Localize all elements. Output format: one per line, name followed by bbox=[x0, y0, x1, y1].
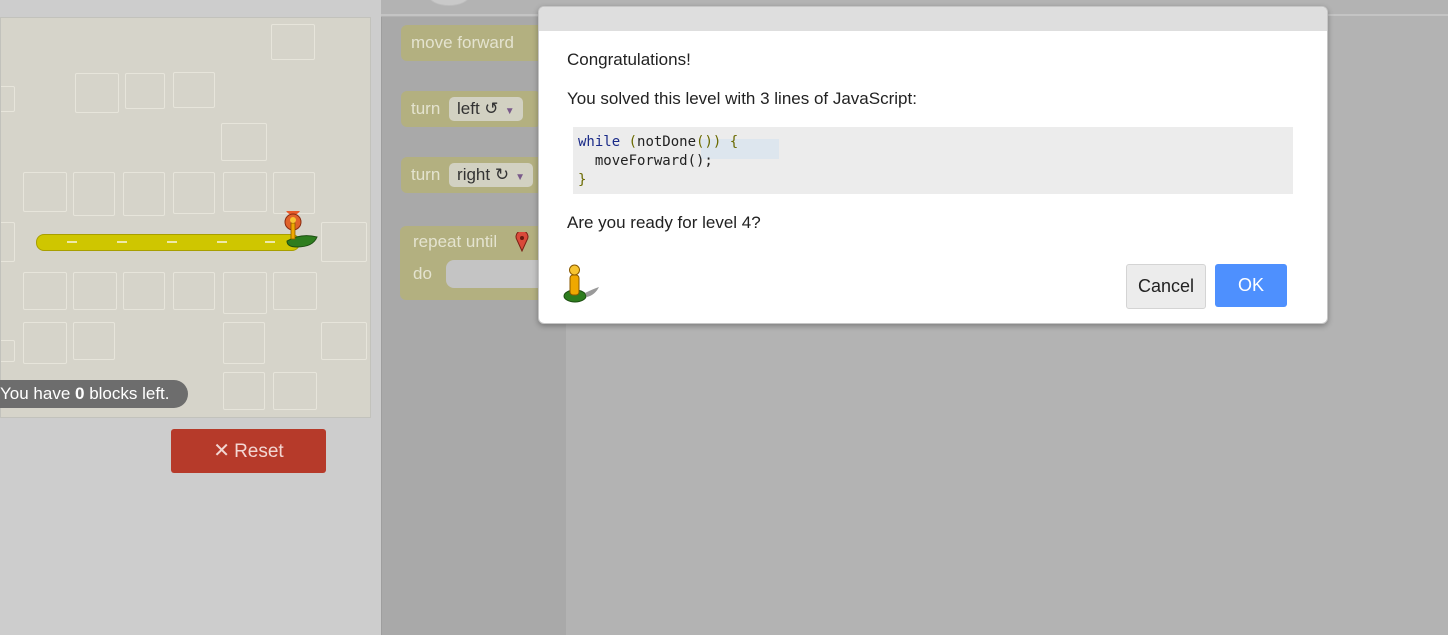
dialog-header bbox=[539, 7, 1327, 31]
code-punct: ( bbox=[620, 134, 638, 150]
toolbar-button-partial[interactable] bbox=[428, 0, 470, 6]
wall-tile bbox=[1, 86, 15, 112]
wall-tile bbox=[321, 222, 367, 262]
wall-tile bbox=[173, 72, 215, 108]
close-icon: ✕ bbox=[213, 440, 231, 462]
goal-marker-with-pegman-icon bbox=[284, 211, 318, 248]
wall-tile bbox=[73, 272, 117, 310]
wall-tile bbox=[321, 322, 367, 360]
wall-tile bbox=[173, 272, 215, 310]
dialog-question: Are you ready for level 4? bbox=[567, 213, 761, 232]
path-dash bbox=[265, 241, 275, 243]
code-line: } bbox=[578, 172, 587, 188]
wall-tile bbox=[223, 172, 267, 212]
wall-tile bbox=[1, 222, 15, 262]
path-dash bbox=[117, 241, 127, 243]
wall-tile bbox=[273, 172, 315, 214]
wall-tile bbox=[173, 172, 215, 214]
wall-tile bbox=[273, 372, 317, 410]
wall-tile bbox=[223, 322, 265, 364]
path-dash bbox=[67, 241, 77, 243]
reset-button[interactable]: ✕ Reset bbox=[171, 429, 326, 473]
blocks-left-prefix: You have bbox=[0, 384, 75, 403]
blocks-remaining-badge: You have 0 blocks left. bbox=[0, 380, 188, 408]
success-dialog: Congratulations! You solved this level w… bbox=[538, 6, 1328, 324]
wall-tile bbox=[223, 272, 267, 314]
block-label: turn bbox=[411, 165, 441, 184]
wall-tile bbox=[221, 123, 267, 161]
wall-tile bbox=[123, 272, 165, 310]
wall-tile bbox=[75, 73, 119, 113]
block-label: turn bbox=[411, 99, 441, 118]
dropdown-arrow-icon: ▼ bbox=[504, 106, 515, 117]
path-dash bbox=[167, 241, 177, 243]
code-line: while (notDone()) { bbox=[578, 133, 1293, 152]
maze-path bbox=[36, 234, 300, 251]
maze-canvas bbox=[0, 17, 371, 418]
cancel-button[interactable]: Cancel bbox=[1126, 264, 1206, 309]
ok-button[interactable]: OK bbox=[1215, 264, 1287, 307]
wall-tile bbox=[73, 172, 115, 216]
block-turn-right[interactable]: turn right ↻ ▼ bbox=[401, 157, 545, 193]
block-turn-left[interactable]: turn left ↺ ▼ bbox=[401, 91, 541, 127]
dialog-title: Congratulations! bbox=[567, 50, 691, 69]
block-move-forward[interactable]: move forward bbox=[401, 25, 551, 61]
code-line: moveForward(); bbox=[578, 153, 713, 169]
block-label: move forward bbox=[411, 33, 514, 52]
path-dash bbox=[217, 241, 227, 243]
code-call: notDone bbox=[637, 134, 697, 150]
wall-tile bbox=[73, 322, 115, 360]
code-punct: ()) { bbox=[696, 134, 739, 150]
wall-tile bbox=[1, 340, 15, 362]
wall-tile bbox=[125, 73, 165, 109]
goal-marker-icon bbox=[515, 232, 529, 252]
reset-label: Reset bbox=[234, 441, 284, 462]
dropdown-value: right ↻ bbox=[457, 165, 510, 184]
wall-tile bbox=[23, 322, 67, 364]
turn-direction-dropdown[interactable]: left ↺ ▼ bbox=[449, 97, 523, 121]
wall-tile bbox=[273, 272, 317, 310]
wall-tile bbox=[23, 272, 67, 310]
block-label: do bbox=[413, 264, 432, 283]
turn-direction-dropdown[interactable]: right ↻ ▼ bbox=[449, 163, 533, 187]
wall-tile bbox=[223, 372, 265, 410]
wall-tile bbox=[271, 24, 315, 60]
dropdown-arrow-icon: ▼ bbox=[515, 172, 525, 183]
code-keyword: while bbox=[578, 134, 621, 150]
block-label: repeat until bbox=[413, 232, 498, 251]
dropdown-value: left ↺ bbox=[457, 99, 499, 118]
dialog-message: You solved this level with 3 lines of Ja… bbox=[567, 89, 917, 108]
code-block: while (notDone()) { moveForward(); } bbox=[573, 127, 1293, 194]
wall-tile bbox=[23, 172, 67, 212]
pegman-icon bbox=[563, 264, 599, 303]
wall-tile bbox=[123, 172, 165, 216]
blocks-left-suffix: blocks left. bbox=[84, 384, 170, 403]
